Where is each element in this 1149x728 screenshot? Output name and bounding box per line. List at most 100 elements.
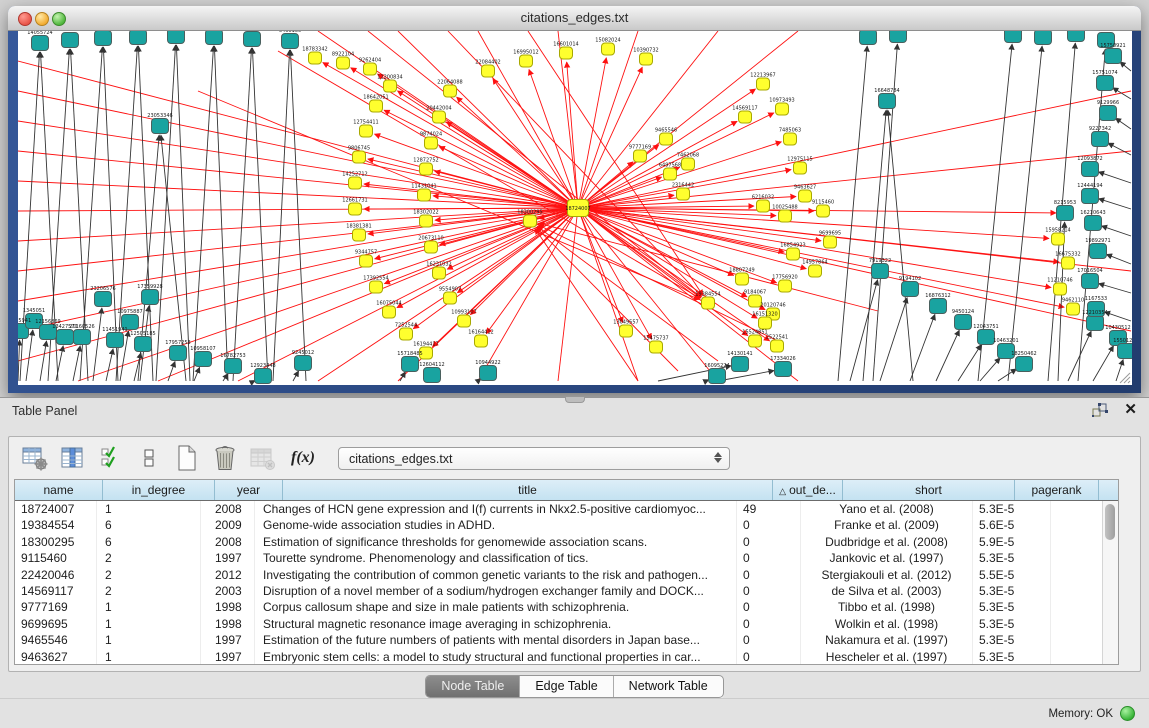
network-node[interactable] bbox=[749, 335, 762, 347]
column-header-pagerank[interactable]: pagerank bbox=[1015, 480, 1099, 500]
network-edge[interactable] bbox=[578, 58, 606, 208]
network-node[interactable] bbox=[809, 265, 822, 277]
close-panel-icon[interactable]: ✕ bbox=[1124, 403, 1137, 417]
network-node[interactable] bbox=[779, 210, 792, 222]
network-node[interactable] bbox=[433, 267, 446, 279]
network-node[interactable] bbox=[425, 241, 438, 253]
network-node[interactable] bbox=[95, 292, 112, 307]
network-node[interactable] bbox=[444, 85, 457, 97]
network-edge[interactable] bbox=[535, 229, 638, 382]
network-canvas[interactable]: 1872400714055724206914061693919710352846… bbox=[18, 31, 1132, 385]
network-edge[interactable] bbox=[718, 371, 774, 381]
network-node[interactable] bbox=[1062, 257, 1075, 269]
network-node[interactable] bbox=[664, 168, 677, 180]
network-node[interactable] bbox=[74, 330, 91, 345]
network-node[interactable] bbox=[930, 299, 947, 314]
network-edge[interactable] bbox=[40, 341, 47, 381]
network-node[interactable] bbox=[384, 80, 397, 92]
network-node[interactable] bbox=[444, 292, 457, 304]
tab-network-table[interactable]: Network Table bbox=[614, 676, 723, 697]
network-edge[interactable] bbox=[578, 208, 1131, 331]
network-node[interactable] bbox=[1068, 31, 1085, 42]
resize-grip[interactable] bbox=[1117, 370, 1131, 384]
network-edge[interactable] bbox=[194, 367, 200, 381]
network-node[interactable] bbox=[779, 280, 792, 292]
network-edge[interactable] bbox=[578, 151, 1131, 208]
network-node[interactable] bbox=[255, 369, 272, 384]
create-column-button[interactable] bbox=[173, 444, 200, 472]
network-edge[interactable] bbox=[936, 330, 959, 381]
function-builder-button[interactable]: f(x) bbox=[291, 449, 315, 467]
network-node[interactable] bbox=[225, 359, 242, 374]
network-node[interactable] bbox=[353, 151, 366, 163]
network-edge[interactable] bbox=[193, 46, 214, 381]
network-edge[interactable] bbox=[1115, 118, 1131, 129]
network-node[interactable] bbox=[1097, 76, 1114, 91]
network-edge[interactable] bbox=[233, 48, 252, 381]
network-edge[interactable] bbox=[578, 208, 806, 269]
delete-column-button[interactable] bbox=[211, 444, 238, 472]
table-settings-button[interactable] bbox=[21, 444, 48, 472]
network-edge[interactable] bbox=[400, 372, 405, 381]
network-node[interactable] bbox=[482, 65, 495, 77]
network-edge[interactable] bbox=[18, 208, 578, 361]
tab-node-table[interactable]: Node Table bbox=[426, 676, 520, 697]
network-node[interactable] bbox=[107, 333, 124, 348]
table-row[interactable]: 946362711997Embryonic stem cells: a mode… bbox=[15, 649, 1118, 665]
network-node[interactable] bbox=[57, 330, 74, 345]
column-header-name[interactable]: name bbox=[15, 480, 103, 500]
network-node[interactable] bbox=[282, 34, 299, 49]
table-row[interactable]: 946554611997Estimation of the future num… bbox=[15, 632, 1118, 648]
network-node[interactable] bbox=[709, 369, 726, 384]
network-node[interactable] bbox=[757, 78, 770, 90]
network-edge[interactable] bbox=[18, 91, 578, 208]
network-node[interactable] bbox=[560, 47, 573, 59]
network-node[interactable] bbox=[1054, 283, 1067, 295]
network-node[interactable] bbox=[349, 203, 362, 215]
network-edge[interactable] bbox=[478, 208, 578, 381]
column-header-year[interactable]: year bbox=[215, 480, 283, 500]
network-edge[interactable] bbox=[1008, 46, 1042, 381]
table-row[interactable]: 977716911998Corpus callosum shape and si… bbox=[15, 599, 1118, 615]
network-node[interactable] bbox=[130, 31, 147, 45]
network-node[interactable] bbox=[787, 248, 800, 260]
network-edge[interactable] bbox=[156, 45, 176, 381]
network-node[interactable] bbox=[152, 119, 169, 134]
network-edge[interactable] bbox=[290, 50, 306, 381]
network-node[interactable] bbox=[433, 111, 446, 123]
network-edge[interactable] bbox=[375, 208, 578, 259]
network-edge[interactable] bbox=[1099, 284, 1131, 294]
column-header-in-degree[interactable]: in_degree bbox=[103, 480, 215, 500]
network-edge[interactable] bbox=[1068, 331, 1091, 381]
delete-table-button[interactable] bbox=[249, 444, 276, 472]
network-edge[interactable] bbox=[93, 308, 102, 381]
network-node[interactable] bbox=[353, 229, 366, 241]
network-node[interactable] bbox=[1057, 206, 1074, 221]
network-edge[interactable] bbox=[1102, 226, 1132, 236]
network-node[interactable] bbox=[732, 357, 749, 372]
network-edge[interactable] bbox=[293, 371, 299, 381]
network-node[interactable] bbox=[817, 205, 830, 217]
network-node[interactable] bbox=[1035, 31, 1052, 45]
network-node[interactable] bbox=[1067, 303, 1080, 315]
network-node[interactable] bbox=[759, 317, 772, 329]
network-edge[interactable] bbox=[368, 31, 701, 297]
network-graph[interactable]: 1872400714055724206914061693919710352846… bbox=[18, 31, 1132, 385]
network-node[interactable] bbox=[309, 52, 322, 64]
network-edge[interactable] bbox=[73, 346, 80, 381]
network-node[interactable] bbox=[1118, 344, 1133, 359]
network-node[interactable] bbox=[480, 366, 497, 381]
network-node[interactable] bbox=[634, 150, 647, 162]
network-node[interactable] bbox=[736, 273, 749, 285]
network-node[interactable] bbox=[879, 94, 896, 109]
network-node[interactable] bbox=[418, 189, 431, 201]
network-node[interactable] bbox=[168, 31, 185, 44]
network-edge[interactable] bbox=[1099, 199, 1131, 209]
network-node[interactable] bbox=[1052, 233, 1065, 245]
scrollbar-thumb[interactable] bbox=[1105, 504, 1115, 540]
network-edge[interactable] bbox=[1093, 346, 1114, 381]
memory-status-indicator[interactable] bbox=[1120, 706, 1135, 721]
network-node[interactable] bbox=[170, 346, 187, 361]
network-node[interactable] bbox=[524, 215, 537, 227]
network-node[interactable] bbox=[1005, 31, 1022, 43]
